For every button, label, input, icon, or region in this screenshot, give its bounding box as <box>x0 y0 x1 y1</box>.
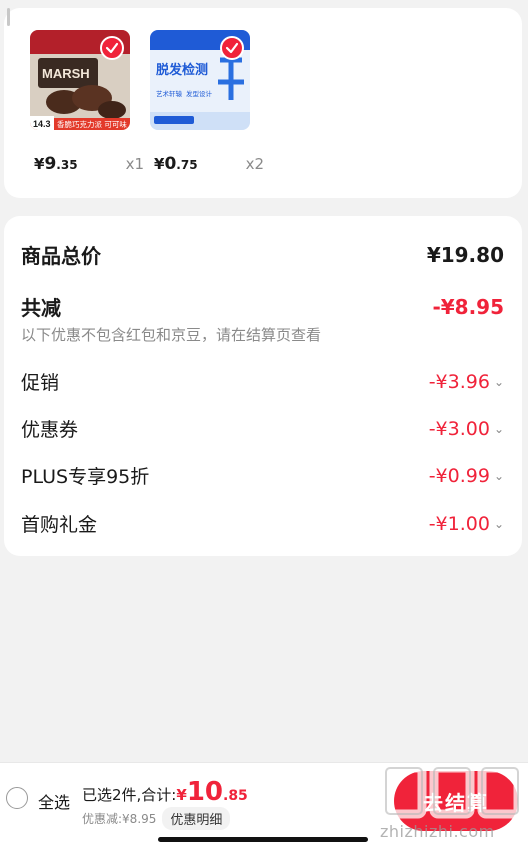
chevron-down-icon: ⌄ <box>493 468 504 483</box>
check-icon <box>225 42 239 54</box>
total-integer: 10 <box>186 777 223 807</box>
product-thumbnail-chocolate-pie[interactable]: MARSH 香脆巧克力派 可可味 14.3 <box>30 30 130 130</box>
product-image: MARSH 香脆巧克力派 可可味 14.3 <box>30 30 130 130</box>
price-integer: 0 <box>164 154 177 174</box>
discount-value: -¥3.96 <box>428 370 490 393</box>
discount-value: -¥1.00 <box>428 512 490 535</box>
total-reduce-value: -¥8.95 <box>432 294 504 319</box>
total-reduce-row: 共减 -¥8.95 <box>21 292 504 321</box>
product-quantity: x2 <box>245 155 264 173</box>
discount-row-coupon[interactable]: 优惠券 -¥3.00 ⌄ <box>21 415 504 442</box>
home-indicator <box>158 837 368 842</box>
thumb-caption: 香脆巧克力派 可可味 <box>57 119 127 129</box>
scroll-indicator <box>7 8 10 26</box>
thumb-title: 脱发检测 <box>156 62 208 78</box>
total-reduce-label: 共减 <box>21 296 61 320</box>
discount-value: -¥0.99 <box>428 464 490 487</box>
product-quantity: x1 <box>125 155 144 173</box>
price-currency: ¥ <box>154 155 165 173</box>
discount-row-plus[interactable]: PLUS专享95折 -¥0.99 ⌄ <box>21 462 504 489</box>
product-image: 脱发检测 艺术轩辕 发型设计 <box>150 30 250 130</box>
products-card: MARSH 香脆巧克力派 可可味 14.3 脱发检测 艺术轩辕 发型设计 ¥ 9… <box>4 8 522 198</box>
selected-count-text: 已选2件,合计: <box>82 786 177 804</box>
chevron-down-icon: ⌄ <box>493 374 504 389</box>
checkout-bar: 全选 已选2件,合计: ¥ 10 .85 优惠减:¥8.95 优惠明细 去结算 <box>0 762 528 848</box>
discount-detail-button[interactable]: 优惠明细 <box>162 807 231 830</box>
discount-label: 促销 <box>21 372 60 394</box>
price-summary-card: 商品总价 ¥19.80 共减 -¥8.95 以下优惠不包含红包和京豆，请在结算页… <box>4 216 522 556</box>
thumb-brand-text: MARSH <box>42 66 90 81</box>
discount-row-first-purchase[interactable]: 首购礼金 -¥1.00 ⌄ <box>21 510 504 537</box>
product-price-row: ¥ 0 .75 x2 <box>154 154 264 174</box>
discount-label: 首购礼金 <box>21 514 98 536</box>
total-price-row: 商品总价 ¥19.80 <box>21 240 504 269</box>
chevron-down-icon: ⌄ <box>493 421 504 436</box>
price-decimal: .75 <box>176 158 198 172</box>
selected-check-badge[interactable] <box>100 36 124 60</box>
thumb-price-tag: 14.3 <box>33 119 51 129</box>
price-integer: 9 <box>44 154 57 174</box>
total-price-label: 商品总价 <box>21 244 101 268</box>
checkout-button[interactable]: 去结算 <box>394 771 518 831</box>
discount-label: 优惠券 <box>21 419 79 441</box>
check-icon <box>105 42 119 54</box>
discount-amount-text: 优惠减:¥8.95 <box>82 812 157 826</box>
discount-row-promotion[interactable]: 促销 -¥3.96 ⌄ <box>21 368 504 395</box>
thumb-sub: 艺术轩辕 <box>156 89 183 98</box>
price-decimal: .35 <box>56 158 78 172</box>
select-all-label[interactable]: 全选 <box>38 789 70 813</box>
selected-check-badge[interactable] <box>220 36 244 60</box>
price-currency: ¥ <box>34 155 45 173</box>
total-line: 已选2件,合计: ¥ 10 .85 <box>82 777 248 807</box>
discount-line: 优惠减:¥8.95 优惠明细 <box>82 807 231 830</box>
discount-note: 以下优惠不包含红包和京豆，请在结算页查看 <box>21 326 322 344</box>
thumb-sub2: 发型设计 <box>186 89 213 98</box>
total-decimal: .85 <box>223 788 248 804</box>
discount-value: -¥3.00 <box>428 417 490 440</box>
select-all-radio-icon[interactable] <box>6 787 28 809</box>
total-price-value: ¥19.80 <box>426 242 504 267</box>
total-currency: ¥ <box>176 786 187 804</box>
product-thumbnail-hair-test[interactable]: 脱发检测 艺术轩辕 发型设计 <box>150 30 250 130</box>
discount-label: PLUS专享95折 <box>21 466 150 488</box>
product-price-row: ¥ 9 .35 x1 <box>34 154 144 174</box>
chevron-down-icon: ⌄ <box>493 516 504 531</box>
